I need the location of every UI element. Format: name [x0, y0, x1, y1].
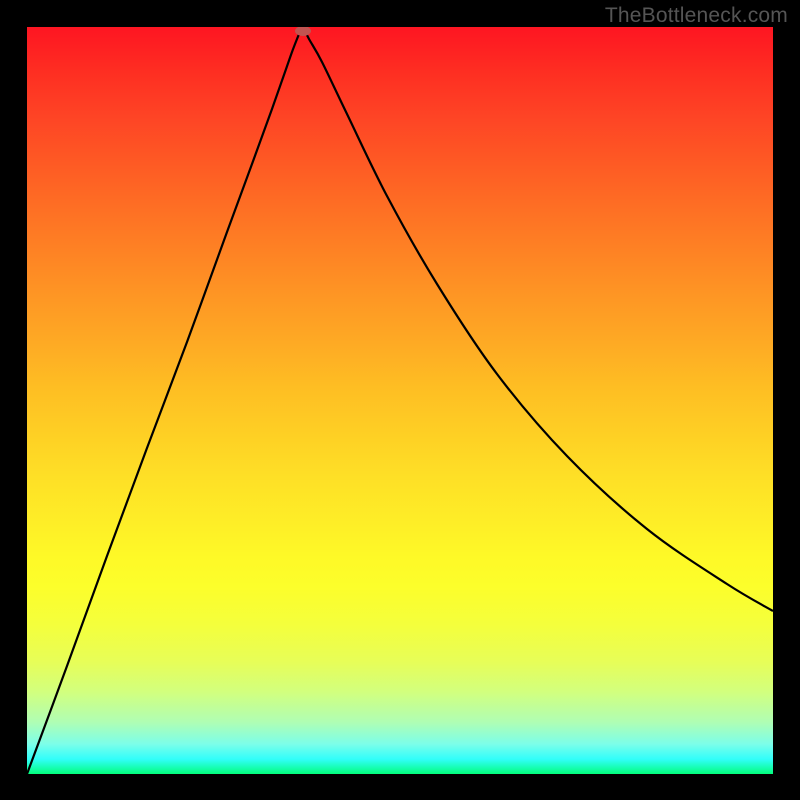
curve-right-branch: [303, 27, 773, 611]
chart-svg: [27, 27, 773, 774]
watermark-text: TheBottleneck.com: [605, 4, 788, 28]
chart-plot-area: [27, 27, 773, 774]
curve-left-branch: [27, 27, 303, 774]
minimum-marker: [295, 27, 311, 36]
